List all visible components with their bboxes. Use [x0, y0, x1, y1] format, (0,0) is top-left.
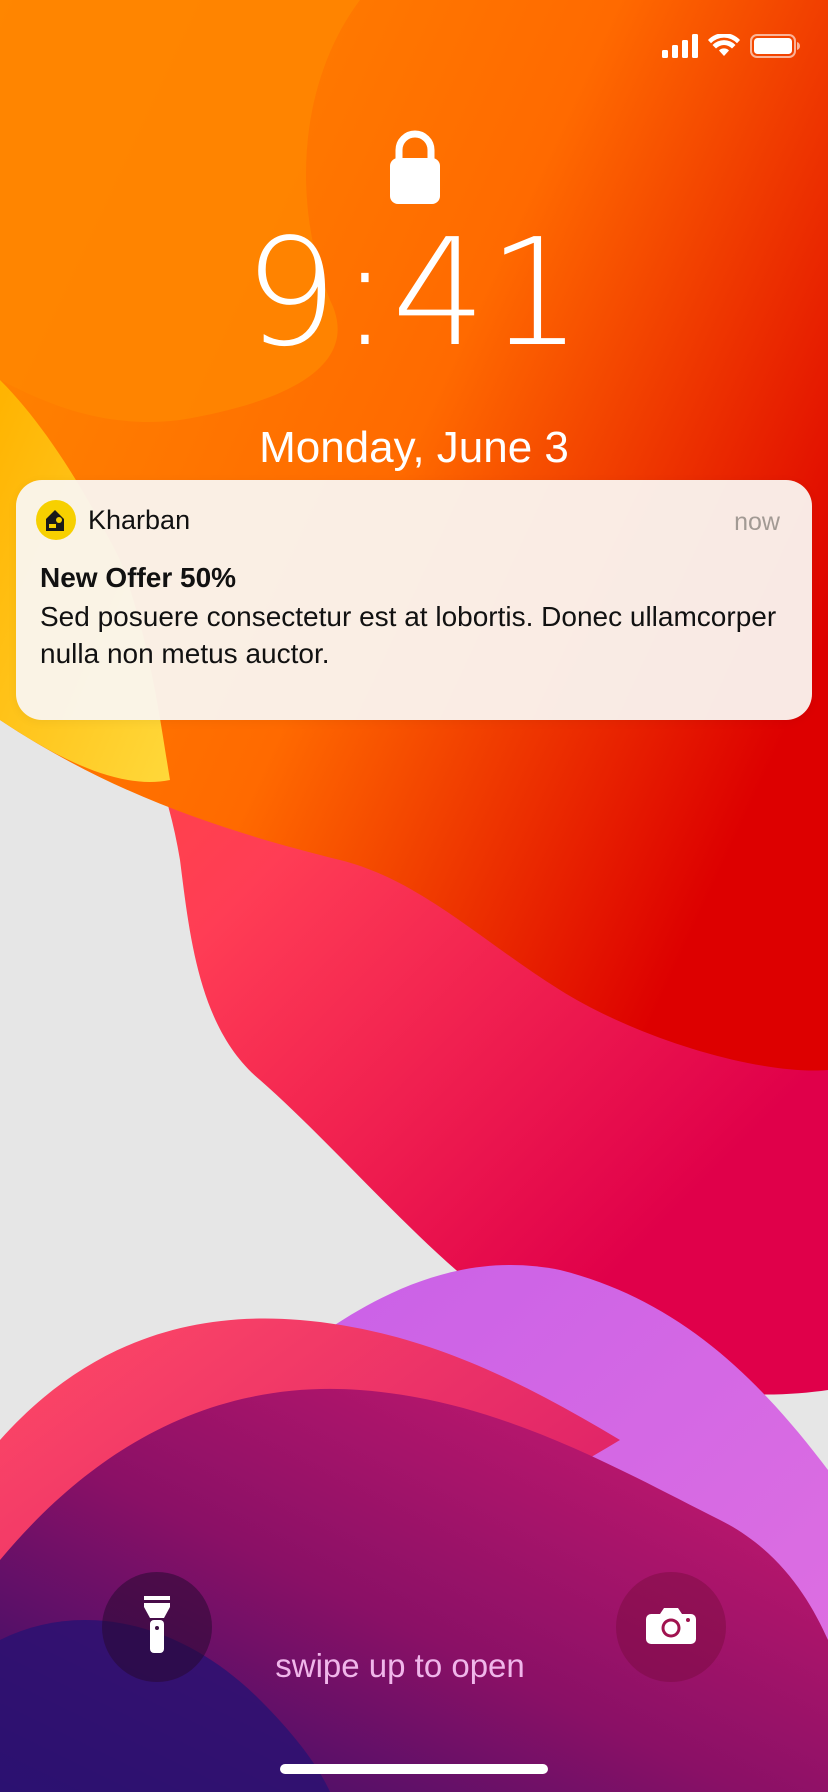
- notification-app-name: Kharban: [88, 505, 191, 535]
- lock-screen-date: Monday, June 3: [259, 423, 569, 472]
- lock-screen-time: 9:41: [243, 207, 585, 379]
- swipe-up-hint: swipe up to open: [275, 1647, 525, 1684]
- home-indicator[interactable]: [280, 1764, 548, 1774]
- status-bar: [662, 30, 800, 62]
- camera-icon: [646, 1606, 696, 1649]
- lock-screen: 9:41 Monday, June 3 Kharban now New Offe…: [0, 0, 828, 1792]
- notification-card[interactable]: Kharban now New Offer 50% Sed posuere co…: [16, 480, 812, 720]
- notification-title: New Offer 50%: [40, 562, 237, 593]
- battery-icon: [750, 34, 800, 58]
- lock-icon: [388, 128, 442, 206]
- cellular-signal-icon: [662, 34, 698, 58]
- wifi-icon: [708, 34, 740, 58]
- kharban-app-icon: [36, 500, 76, 540]
- notification-time: now: [734, 508, 780, 536]
- notification-body: Sed posuere consectetur est at lobortis.…: [40, 601, 777, 669]
